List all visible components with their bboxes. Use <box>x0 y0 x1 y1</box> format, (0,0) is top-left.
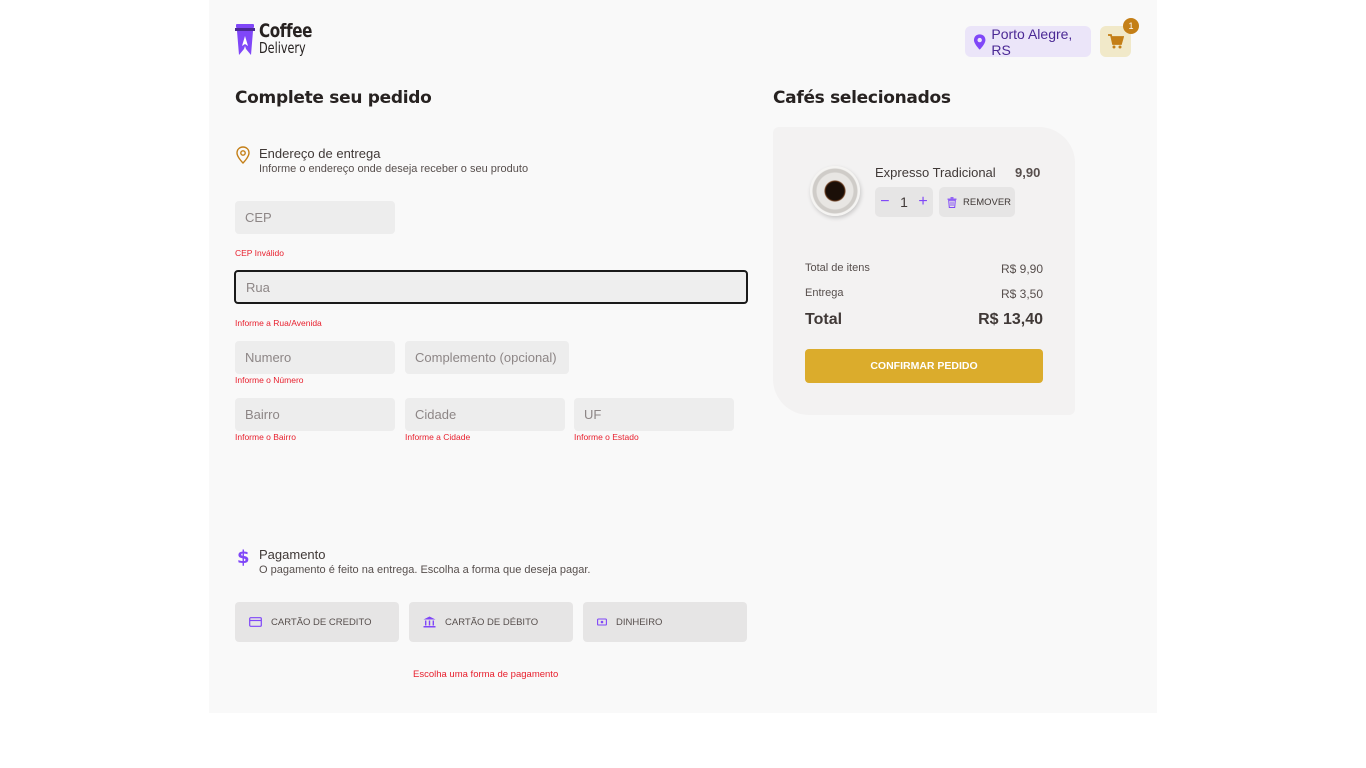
address-heading: Endereço de entrega <box>259 146 381 161</box>
number-input[interactable]: Numero <box>235 341 395 374</box>
shopping-cart-icon <box>1107 34 1124 49</box>
state-error: Informe o Estado <box>574 432 639 442</box>
items-total-label: Total de itens <box>805 262 870 274</box>
map-pin-outline-icon <box>236 146 250 164</box>
street-input[interactable]: Rua <box>234 270 748 304</box>
cart-item-price: 9,90 <box>1015 165 1041 180</box>
complement-input[interactable]: Complemento (opcional) <box>405 341 569 374</box>
checkout-page: Coffee Delivery Porto Alegre, RS 1 Compl… <box>209 0 1157 713</box>
logo-title: Coffee <box>259 20 313 42</box>
payment-header: $ Pagamento O pagamento é feito na entre… <box>235 547 590 576</box>
payment-credit-label: CARTÃO DE CREDITO <box>271 616 372 628</box>
credit-card-icon <box>249 617 262 627</box>
logo-subtitle: Delivery <box>259 39 306 57</box>
total-value: R$ 13,40 <box>978 311 1043 328</box>
items-total-value: R$ 9,90 <box>1000 262 1043 276</box>
minus-icon[interactable]: − <box>880 193 889 211</box>
remove-label: REMOVER <box>963 196 1012 208</box>
quantity-value: 1 <box>900 194 908 210</box>
cart-count-badge: 1 <box>1123 18 1139 34</box>
city-error: Informe a Cidade <box>405 432 471 442</box>
payment-debit-button[interactable]: CARTÃO DE DÉBITO <box>409 602 573 642</box>
street-error: Informe a Rua/Avenida <box>235 318 322 328</box>
location-text: Porto Alegre, RS <box>991 25 1073 58</box>
order-summary-card: Expresso Tradicional 9,90 − 1 + REMOVER … <box>773 127 1075 415</box>
payment-cash-label: DINHEIRO <box>616 616 663 628</box>
neighborhood-input[interactable]: Bairro <box>235 398 395 431</box>
payment-credit-button[interactable]: CARTÃO DE CREDITO <box>235 602 399 642</box>
trash-icon <box>947 196 957 208</box>
payment-subheading: O pagamento é feito na entrega. Escolha … <box>259 564 591 576</box>
location-badge[interactable]: Porto Alegre, RS <box>965 25 1091 58</box>
address-header: Endereço de entrega Informe o endereço o… <box>235 146 528 175</box>
logo[interactable]: Coffee Delivery <box>235 22 315 58</box>
money-icon <box>597 618 607 626</box>
address-subheading: Informe o endereço onde deseja receber o… <box>259 163 529 175</box>
quantity-stepper: − 1 + <box>875 187 933 217</box>
cep-error: CEP Inválido <box>235 248 284 258</box>
plus-icon[interactable]: + <box>918 193 927 211</box>
coffee-cup-logo-icon <box>235 24 255 55</box>
delivery-label: Entrega <box>805 287 844 299</box>
items-total-row: Total de itens R$ 9,90 <box>805 262 1043 276</box>
payment-error: Escolha uma forma de pagamento <box>413 669 559 680</box>
payment-heading: Pagamento <box>259 547 326 562</box>
summary-title: Cafés selecionados <box>773 88 951 108</box>
map-pin-icon <box>973 33 986 50</box>
confirm-order-button[interactable]: CONFIRMAR PEDIDO <box>805 349 1043 383</box>
delivery-value: R$ 3,50 <box>1000 287 1043 301</box>
svg-text:$: $ <box>237 547 250 567</box>
cep-input[interactable]: CEP <box>235 201 395 234</box>
payment-debit-label: CARTÃO DE DÉBITO <box>445 616 539 628</box>
dollar-sign-icon: $ <box>237 547 250 567</box>
coffee-image <box>810 166 860 216</box>
delivery-row: Entrega R$ 3,50 <box>805 287 1043 301</box>
total-label: Total <box>805 311 843 328</box>
order-title: Complete seu pedido <box>235 88 432 108</box>
number-error: Informe o Número <box>235 375 304 385</box>
payment-cash-button[interactable]: DINHEIRO <box>583 602 747 642</box>
remove-item-button[interactable]: REMOVER <box>939 187 1015 217</box>
city-input[interactable]: Cidade <box>405 398 565 431</box>
bank-icon <box>423 616 436 628</box>
state-input[interactable]: UF <box>574 398 734 431</box>
neighborhood-error: Informe o Bairro <box>235 432 296 442</box>
cart-item-name: Expresso Tradicional <box>875 165 996 180</box>
grand-total-row: Total R$ 13,40 <box>805 311 1043 329</box>
